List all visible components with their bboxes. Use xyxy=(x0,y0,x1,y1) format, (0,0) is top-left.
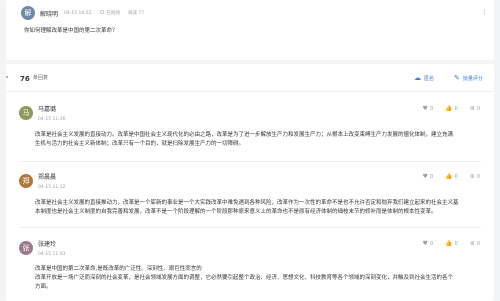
comment-icon: ♥ xyxy=(422,173,428,180)
thumbs-up-icon: 👍 xyxy=(445,173,453,180)
like-count[interactable]: 👍 0 xyxy=(445,173,458,180)
comment-count[interactable]: ♥ 0 xyxy=(423,173,434,180)
score-count[interactable]: ⊛ 0 xyxy=(470,173,480,180)
answer-item: 张 张建玲 04-15 11:03 ♥ 0 👍 0 ⊛ 0 改革是中国的第二次革命,是… xyxy=(6,236,494,298)
answer-item: 郑 郑晨晨 04-15 11:12 ♥ 0 👍 0 ⊛ 0 改革是社会主义发展的直接推… xyxy=(6,168,494,222)
score-icon: ⊛ xyxy=(469,240,475,247)
answer-stats: ♥ 0 👍 0 ⊛ 0 xyxy=(411,240,480,247)
avatar[interactable]: 解 xyxy=(21,6,35,20)
comment-icon: ♥ xyxy=(422,105,428,112)
batch-review-button[interactable]: ✎ 批量评分 xyxy=(454,74,483,82)
score-icon: ⊛ xyxy=(469,105,475,112)
answers-header: 76 条回复 ☁ 匿名 ✎ 批量评分 xyxy=(6,73,494,85)
post-time: 04-15 10:52 xyxy=(64,10,92,16)
answer-count-label: 条回复 xyxy=(33,75,49,81)
view-count: 阅读 77 xyxy=(128,11,145,16)
menu-dots-icon xyxy=(6,76,8,78)
check-circle-icon: ⊙ xyxy=(99,9,105,16)
author-name[interactable]: 郑晨晨 xyxy=(38,172,65,181)
answer-stats: ♥ 0 👍 0 ⊛ 0 xyxy=(411,105,480,112)
author-name[interactable]: 解晓明 xyxy=(40,9,58,18)
answer-count: 76 xyxy=(20,75,30,83)
checked-status: ⊙ 已批阅 xyxy=(99,9,121,17)
score-icon: ⊛ xyxy=(469,173,475,180)
divider xyxy=(19,161,481,162)
question-header: 解 解晓明 04-15 10:52 ⊙ 已批阅 阅读 77 xyxy=(21,6,144,20)
post-time: 04-15 11:12 xyxy=(38,185,66,190)
like-count[interactable]: 👍 0 xyxy=(445,105,458,112)
comment-icon: ♥ xyxy=(422,240,428,247)
avatar[interactable]: 郑 xyxy=(19,174,33,188)
avatar[interactable]: 张 xyxy=(19,241,33,255)
cloud-icon: ☁ xyxy=(414,74,421,82)
author-name[interactable]: 张建玲 xyxy=(38,239,65,248)
answer-stats: ♥ 0 👍 0 ⊛ 0 xyxy=(411,173,480,180)
edit-icon: ✎ xyxy=(454,74,460,82)
divider xyxy=(19,227,481,228)
score-count[interactable]: ⊛ 0 xyxy=(470,105,480,112)
question-content: 你如何理解改革是中国的第二次革命？ xyxy=(24,28,118,34)
avatar[interactable]: 马 xyxy=(19,106,33,120)
post-time: 04-15 11:03 xyxy=(38,252,66,257)
answer-item: 马 马嘉璐 04-15 11:36 ♥ 0 👍 0 ⊛ 0 改革是社会主义发展的直接动… xyxy=(6,100,494,154)
answers-card: 76 条回复 ☁ 匿名 ✎ 批量评分 马 马嘉璐 04-15 11:36 ♥ 0 … xyxy=(6,64,494,301)
answer-content: 改革是社会主义发展的直接推动力，改革是一个崭新的事业是一个大实践改革中难免遇到各… xyxy=(35,200,459,215)
anonymous-toggle[interactable]: ☁ 匿名 xyxy=(414,74,434,82)
comment-count[interactable]: ♥ 0 xyxy=(423,240,434,247)
author-name[interactable]: 马嘉璐 xyxy=(38,104,65,113)
question-card: 解 解晓明 04-15 10:52 ⊙ 已批阅 阅读 77 ⋮ 你如何理解改革是… xyxy=(6,0,494,60)
more-vertical-icon[interactable]: ⋮ xyxy=(481,8,488,16)
comment-count[interactable]: ♥ 0 xyxy=(423,105,434,112)
post-time: 04-15 11:36 xyxy=(38,117,66,122)
thumbs-up-icon: 👍 xyxy=(445,105,453,112)
thumbs-up-icon: 👍 xyxy=(445,240,453,247)
divider xyxy=(6,91,494,92)
like-count[interactable]: 👍 0 xyxy=(445,240,458,247)
score-count[interactable]: ⊛ 0 xyxy=(470,240,480,247)
answer-content: 改革是中国的第二次革命,是既改革的广泛性、深刻性、艰巨性而言的 改革开放是一场广… xyxy=(35,266,454,290)
answer-content: 改革是社会主义发展的直接动力。改革是中国社会主义现代化的必由之路，改革是为了进一… xyxy=(35,132,454,147)
